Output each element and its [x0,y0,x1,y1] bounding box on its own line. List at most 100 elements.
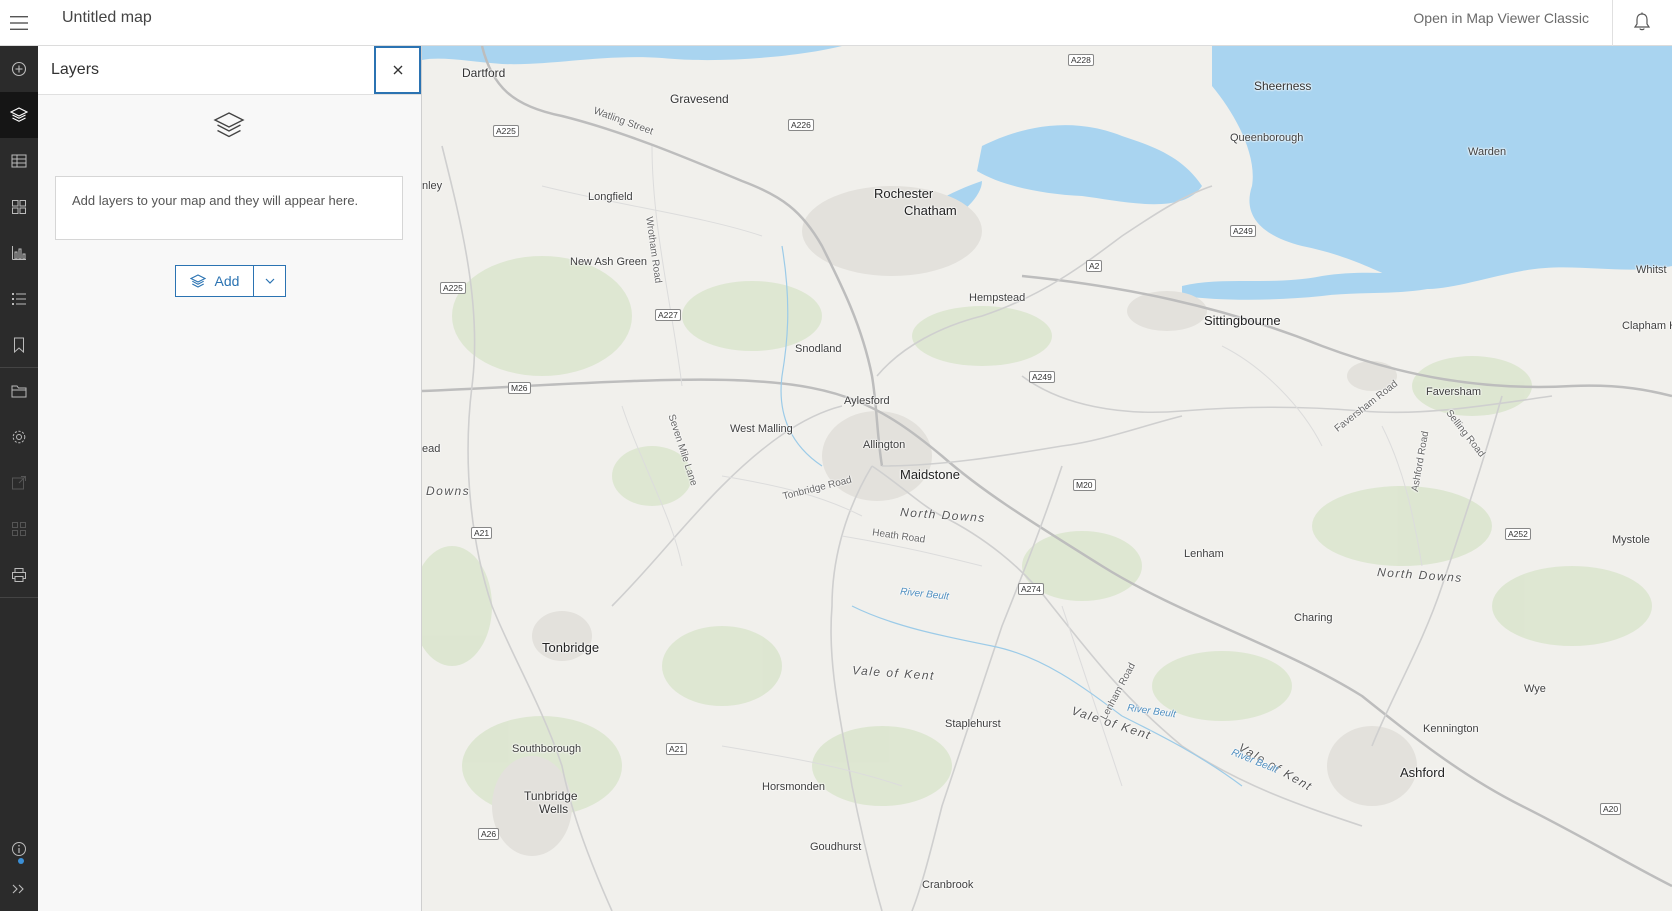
place-label: Whitst [1636,264,1667,276]
basemap-action[interactable] [0,184,38,230]
open-classic-link[interactable]: Open in Map Viewer Classic [1413,10,1589,26]
notifications-button[interactable] [1628,8,1656,36]
layers-icon [189,273,206,288]
road-shield: A249 [1230,225,1256,237]
hamburger-icon [10,16,28,30]
place-label: Hempstead [969,292,1026,304]
road-shield: A225 [440,282,466,294]
place-label: Wye [1524,683,1546,695]
apps-action[interactable] [0,506,38,552]
road-shield: A228 [1068,54,1094,66]
place-label: Faversham [1426,386,1482,398]
road-shield: A252 [1505,528,1531,540]
print-action[interactable] [0,552,38,598]
place-label: Tonbridge [542,640,600,655]
add-circle-icon [11,61,27,77]
layers-icon [213,110,245,147]
folder-icon [11,385,27,398]
panel-title: Layers [51,61,100,78]
road-shield: A20 [1600,803,1622,815]
road-shield: A26 [478,828,500,840]
chevron-down-icon [265,278,274,284]
settings-icon [12,430,26,444]
empty-layers-message: Add layers to your map and they will app… [55,176,403,240]
bell-icon [1633,12,1651,31]
charts-action[interactable] [0,230,38,276]
add-layer-button[interactable]: Add [175,265,254,297]
place-label: Dartford [462,66,506,80]
road-shield: A2 [1086,260,1103,272]
layers-icon [10,107,28,122]
close-panel-button[interactable] [374,46,421,94]
road-shield: A225 [493,125,519,137]
place-label: Lenham [1184,548,1224,560]
place-label: Warden [1468,146,1507,158]
notification-dot [18,858,24,864]
place-label: Sittingbourne [1204,313,1281,328]
layers-action[interactable] [0,92,38,138]
map-view[interactable]: Dartford Gravesend Sheerness Queenboroug… [422,46,1672,911]
apps-icon [12,522,26,536]
place-label: Ashford [1400,765,1445,780]
place-label: Rochester [874,186,934,201]
place-label: Queenborough [1230,132,1304,144]
add-action[interactable] [0,46,38,92]
legend-icon [12,293,26,305]
header-divider [1612,0,1613,46]
place-label: Chatham [904,203,957,218]
content-action[interactable] [0,368,38,414]
place-label: Longfield [588,191,633,203]
road-shield: M20 [1073,479,1096,491]
action-bar [0,46,38,911]
road-shield: A226 [788,119,814,131]
place-label: Cranbrook [922,879,974,891]
tables-action[interactable] [0,138,38,184]
add-split-button: Add [175,265,286,297]
expand-action[interactable] [0,866,38,912]
expand-icon [12,884,24,894]
app-header: Untitled map Open in Map Viewer Classic [0,0,1672,46]
place-label: West Malling [730,423,793,435]
place-label: Maidstone [900,467,960,482]
place-label: Sheerness [1254,79,1312,93]
place-label: Kennington [1423,723,1479,735]
road-shield: A21 [666,743,688,755]
place-label: Wells [539,802,569,816]
place-label: Mystole [1612,534,1650,546]
road-shield: A227 [655,309,681,321]
bookmarks-action[interactable] [0,322,38,368]
table-icon [11,154,27,168]
panel-header: Layers [38,46,421,95]
place-label: Tunbridge [524,789,578,803]
print-icon [12,567,26,582]
chart-icon [12,246,26,260]
settings-action[interactable] [0,414,38,460]
add-label: Add [214,273,240,289]
share-action[interactable] [0,460,38,506]
info-icon [12,842,26,856]
menu-button[interactable] [0,0,38,46]
layers-panel: Layers Add layers to your map and they w… [38,46,422,911]
place-label: Allington [863,439,906,451]
place-label: Staplehurst [945,718,1001,730]
add-options-dropdown[interactable] [254,265,286,297]
road-shield: A249 [1029,371,1055,383]
place-label: nley [422,180,443,192]
place-label: Southborough [512,743,582,755]
place-label: Goudhurst [810,841,862,853]
place-label: Snodland [795,343,842,355]
place-label: Charing [1294,612,1333,624]
map-title[interactable]: Untitled map [62,9,152,27]
place-label: Aylesford [844,395,890,407]
share-icon [12,476,26,490]
place-label: Clapham H [1622,320,1672,332]
road-shield: M26 [508,382,531,394]
road-shield: A21 [471,527,493,539]
place-label: ead [422,443,441,455]
bookmark-icon [14,337,24,353]
legend-action[interactable] [0,276,38,322]
basemap-graphic [422,46,1672,911]
place-label: New Ash Green [570,256,648,268]
basemap-icon [12,200,26,214]
road-shield: A274 [1018,583,1044,595]
